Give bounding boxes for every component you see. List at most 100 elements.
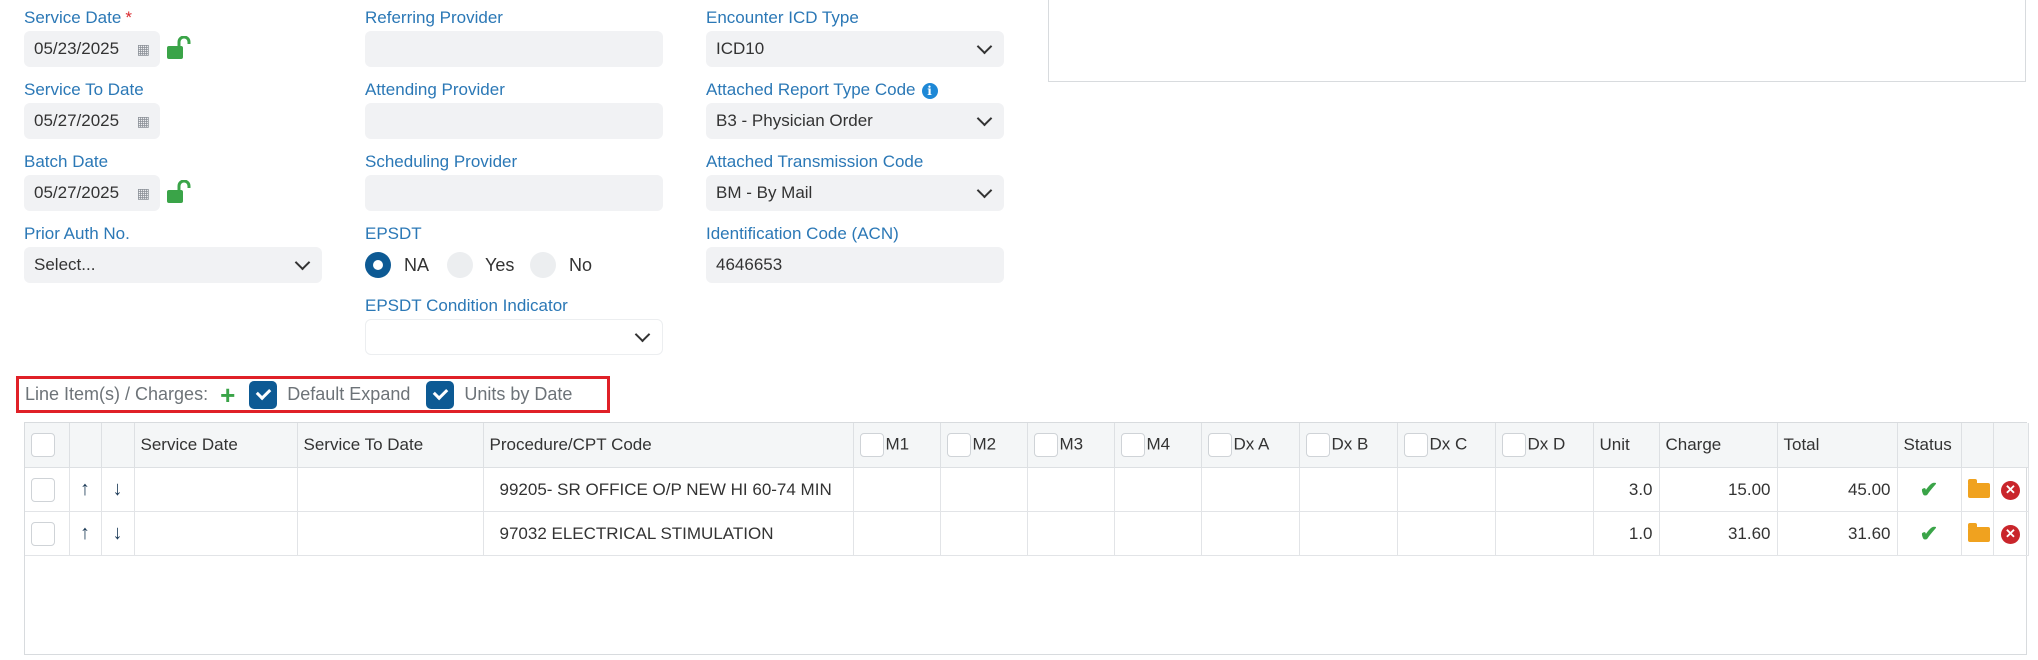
service-date-input[interactable]: 05/23/2025 ▦: [24, 31, 160, 67]
charges-table: Service Date Service To Date Procedure/C…: [25, 423, 2029, 556]
select-all-checkbox[interactable]: [31, 433, 55, 457]
header-procedure[interactable]: Procedure/CPT Code: [483, 423, 854, 468]
attached-report-type-select[interactable]: B3 - Physician Order: [706, 103, 1004, 139]
service-to-date-label: Service To Date: [24, 80, 144, 99]
referring-provider-label: Referring Provider: [365, 8, 503, 27]
encounter-icd-type-select[interactable]: ICD10: [706, 31, 1004, 67]
header-status[interactable]: Status: [1897, 423, 1962, 468]
header-charge[interactable]: Charge: [1659, 423, 1778, 468]
m1-checkbox[interactable]: [859, 433, 884, 457]
m4-checkbox[interactable]: [1120, 433, 1145, 457]
unlock-icon[interactable]: [166, 36, 192, 60]
cell-m1[interactable]: [853, 467, 941, 512]
add-line-item-icon[interactable]: +: [220, 382, 235, 408]
cell-dxb[interactable]: [1299, 467, 1398, 512]
m3-checkbox[interactable]: [1033, 433, 1058, 457]
units-by-date-checkbox[interactable]: [426, 380, 455, 409]
dxb-checkbox[interactable]: [1305, 433, 1330, 457]
select-all-header: [25, 423, 70, 468]
header-unit[interactable]: Unit: [1593, 423, 1660, 468]
move-down-icon[interactable]: ↓: [101, 467, 135, 512]
attached-report-type-label: Attached Report Type Code i: [706, 80, 938, 100]
table-row[interactable]: ↑ ↓ 99205- SR OFFICE O/P NEW HI 60-74 MI…: [25, 467, 2029, 512]
epsdt-radio-na[interactable]: [365, 252, 391, 278]
cell-service-to-date[interactable]: [297, 467, 484, 512]
m2-checkbox[interactable]: [946, 433, 971, 457]
unlock-icon[interactable]: [166, 180, 192, 204]
chevron-down-icon: [976, 38, 993, 54]
header-dxb: Dx B: [1299, 423, 1398, 468]
cell-unit[interactable]: 3.0: [1593, 467, 1660, 512]
cell-m2[interactable]: [940, 511, 1028, 556]
header-service-to-date[interactable]: Service To Date: [297, 423, 484, 468]
cell-charge[interactable]: 15.00: [1659, 467, 1778, 512]
epsdt-radio-yes[interactable]: [447, 252, 473, 278]
referring-provider-input[interactable]: [365, 31, 663, 67]
default-expand-checkbox[interactable]: [249, 380, 278, 409]
cell-dxb[interactable]: [1299, 511, 1398, 556]
chevron-down-icon: [976, 110, 993, 126]
encounter-icd-type-label: Encounter ICD Type: [706, 8, 859, 27]
scheduling-provider-input[interactable]: [365, 175, 663, 211]
notes-panel[interactable]: [1048, 0, 2026, 82]
dxd-checkbox[interactable]: [1501, 433, 1526, 457]
cell-m3[interactable]: [1027, 467, 1115, 512]
folder-icon[interactable]: [1967, 522, 1990, 542]
prior-auth-label: Prior Auth No.: [24, 224, 130, 243]
move-down-icon[interactable]: ↓: [101, 511, 135, 556]
cell-dxa[interactable]: [1201, 467, 1300, 512]
folder-icon[interactable]: [1967, 478, 1990, 498]
header-service-date[interactable]: Service Date: [134, 423, 298, 468]
cell-m3[interactable]: [1027, 511, 1115, 556]
cell-dxa[interactable]: [1201, 511, 1300, 556]
prior-auth-select[interactable]: Select...: [24, 247, 322, 283]
attached-transmission-select[interactable]: BM - By Mail: [706, 175, 1004, 211]
epsdt-condition-select[interactable]: [365, 319, 663, 355]
service-to-date-input[interactable]: 05/27/2025 ▦: [24, 103, 160, 139]
cell-charge[interactable]: 31.60: [1659, 511, 1778, 556]
move-up-icon[interactable]: ↑: [69, 511, 102, 556]
cell-service-date[interactable]: [134, 511, 298, 556]
table-row[interactable]: ↑ ↓ 97032 ELECTRICAL STIMULATION 1.0 31.…: [25, 511, 2029, 556]
epsdt-condition-label: EPSDT Condition Indicator: [365, 296, 568, 315]
batch-date-input[interactable]: 05/27/2025 ▦: [24, 175, 160, 211]
calendar-icon[interactable]: ▦: [137, 185, 150, 202]
delete-icon[interactable]: ✕: [2001, 524, 2020, 544]
calendar-icon[interactable]: ▦: [137, 113, 150, 130]
cell-dxd[interactable]: [1495, 467, 1594, 512]
calendar-icon[interactable]: ▦: [137, 41, 150, 58]
header-m4: M4: [1114, 423, 1202, 468]
service-date-label: Service Date *: [24, 8, 132, 27]
header-dxc: Dx C: [1397, 423, 1496, 468]
row-checkbox[interactable]: [31, 477, 55, 502]
cell-procedure[interactable]: 99205- SR OFFICE O/P NEW HI 60-74 MIN: [483, 467, 854, 512]
cell-unit[interactable]: 1.0: [1593, 511, 1660, 556]
required-mark: *: [125, 8, 132, 27]
cell-dxc[interactable]: [1397, 511, 1496, 556]
row-checkbox[interactable]: [31, 521, 55, 546]
cell-service-date[interactable]: [134, 467, 298, 512]
header-total[interactable]: Total: [1777, 423, 1898, 468]
cell-m2[interactable]: [940, 467, 1028, 512]
epsdt-radio-no[interactable]: [530, 252, 556, 278]
move-up-icon[interactable]: ↑: [69, 467, 102, 512]
cell-m4[interactable]: [1114, 467, 1202, 512]
info-icon[interactable]: i: [921, 82, 938, 99]
cell-service-to-date[interactable]: [297, 511, 484, 556]
cell-dxd[interactable]: [1495, 511, 1594, 556]
cell-procedure[interactable]: 97032 ELECTRICAL STIMULATION: [483, 511, 854, 556]
dxc-checkbox[interactable]: [1403, 433, 1428, 457]
attending-provider-input[interactable]: [365, 103, 663, 139]
delete-icon[interactable]: ✕: [2001, 480, 2020, 500]
cell-m1[interactable]: [853, 511, 941, 556]
chevron-down-icon: [294, 254, 311, 270]
dxa-checkbox[interactable]: [1207, 433, 1232, 457]
identification-code-input[interactable]: 4646653: [706, 247, 1004, 283]
cell-dxc[interactable]: [1397, 467, 1496, 512]
units-by-date-label: Units by Date: [464, 384, 573, 404]
attending-provider-label: Attending Provider: [365, 80, 505, 99]
status-check-icon: ✔: [1897, 511, 1962, 556]
header-dxd: Dx D: [1495, 423, 1594, 468]
attached-transmission-label: Attached Transmission Code: [706, 152, 924, 171]
cell-m4[interactable]: [1114, 511, 1202, 556]
